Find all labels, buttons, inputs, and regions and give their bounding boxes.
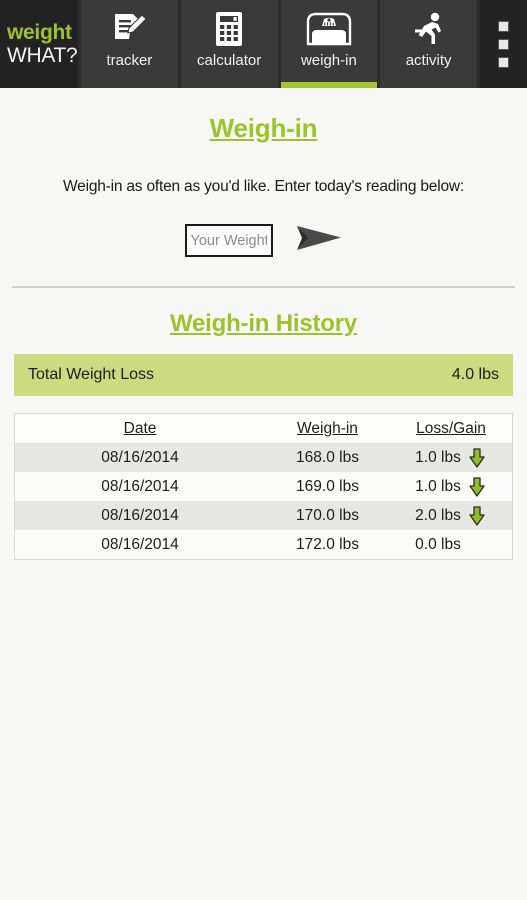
cell-loss-gain: 1.0 lbs — [415, 477, 461, 495]
cell-date: 08/16/2014 — [101, 477, 179, 495]
app-logo: weight WHAT? — [0, 0, 78, 88]
main-content: Weigh-in Weigh-in as often as you'd like… — [0, 113, 527, 560]
table-row[interactable]: 08/16/2014 169.0 lbs 1.0 lbs — [15, 472, 512, 501]
scale-icon — [304, 8, 354, 50]
cell-date: 08/16/2014 — [101, 506, 179, 524]
total-weight-loss-value: 4.0 lbs — [451, 366, 499, 383]
table-header-row: Date Weigh-in Loss/Gain — [15, 414, 512, 443]
total-weight-loss-banner: Total Weight Loss 4.0 lbs — [14, 354, 513, 396]
cell-loss-gain: 2.0 lbs — [415, 506, 461, 524]
tab-calculator[interactable]: calculator — [180, 0, 278, 88]
tab-weigh-in[interactable]: weigh-in — [280, 0, 378, 88]
cell-weigh-in: 169.0 lbs — [296, 477, 359, 495]
tab-tracker[interactable]: tracker — [81, 0, 178, 88]
arrow-down-icon — [467, 447, 487, 469]
weigh-in-form — [0, 222, 527, 259]
document-pencil-icon — [110, 8, 148, 50]
column-header-loss-gain: Loss/Gain — [416, 419, 486, 437]
cell-loss-gain: 0.0 lbs — [415, 535, 461, 553]
arrow-down-icon — [467, 476, 487, 498]
tab-label-weigh-in: weigh-in — [300, 52, 357, 69]
logo-text-weight: weight — [7, 20, 72, 44]
column-header-date: Date — [123, 419, 157, 437]
send-arrow-icon[interactable] — [295, 222, 343, 259]
cell-date: 08/16/2014 — [101, 448, 179, 466]
overflow-menu-icon[interactable] — [480, 0, 527, 88]
overflow-dot — [498, 56, 509, 68]
cell-loss-gain: 1.0 lbs — [415, 448, 461, 466]
top-navigation-bar: weight WHAT? tracker calculator weigh-in… — [0, 0, 527, 88]
weight-input[interactable] — [184, 224, 273, 257]
overflow-dot — [498, 38, 509, 50]
section-divider — [12, 286, 515, 288]
tab-label-calculator: calculator — [197, 52, 262, 69]
cell-weigh-in: 168.0 lbs — [296, 448, 359, 466]
cell-weigh-in: 170.0 lbs — [296, 506, 359, 524]
running-person-icon — [410, 8, 448, 50]
page-subtitle: Weigh-in as often as you'd like. Enter t… — [63, 178, 464, 195]
logo-text-what: WHAT? — [7, 43, 78, 67]
page-title: Weigh-in — [209, 113, 318, 143]
overflow-dot — [498, 20, 509, 32]
arrow-down-icon — [467, 505, 487, 527]
column-header-weigh-in: Weigh-in — [297, 419, 358, 437]
tab-label-activity: activity — [405, 52, 452, 69]
history-title: Weigh-in History — [169, 310, 358, 337]
total-weight-loss-label: Total Weight Loss — [28, 366, 154, 383]
cell-date: 08/16/2014 — [101, 535, 179, 553]
calculator-icon — [212, 8, 246, 50]
tab-label-tracker: tracker — [106, 52, 153, 69]
table-row[interactable]: 08/16/2014 170.0 lbs 2.0 lbs — [15, 501, 512, 530]
table-row[interactable]: 08/16/2014 172.0 lbs 0.0 lbs — [15, 530, 512, 559]
cell-weigh-in: 172.0 lbs — [296, 535, 359, 553]
table-row[interactable]: 08/16/2014 168.0 lbs 1.0 lbs — [15, 443, 512, 472]
weigh-in-history-table: Date Weigh-in Loss/Gain 08/16/2014 168.0… — [14, 413, 513, 560]
tab-activity[interactable]: activity — [380, 0, 477, 88]
